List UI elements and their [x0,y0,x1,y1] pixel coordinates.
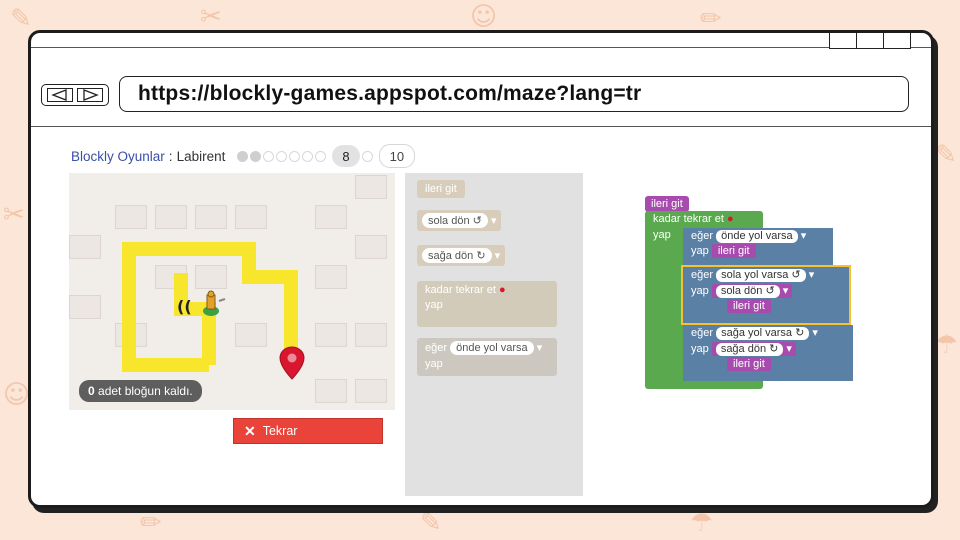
turn-left-dropdown[interactable]: sola dön ↺ [422,213,488,228]
chevron-down-icon: ▾ [808,269,815,281]
chevron-down-icon: ▾ [782,285,789,297]
window-title-bar [31,47,931,48]
level-dot-7[interactable] [315,150,327,162]
level-dot-2[interactable] [250,150,262,162]
level-dot-1[interactable] [237,150,249,162]
move-forward-block[interactable]: ileri git [727,357,771,371]
if-condition-dropdown[interactable]: önde yol varsa [450,341,534,355]
level-dot-5[interactable] [289,150,301,162]
block-label: eğer [691,230,714,242]
block-label: ileri git [651,198,683,210]
block-label: eğer [691,269,714,281]
close-icon: ✕ [244,422,256,439]
toolbox-turn-left-block[interactable]: sola dön ↺ ▾ [417,210,502,231]
level-progress: 8 10 [237,144,416,168]
pegman-player-icon [203,290,226,316]
workspace-if-ahead-block[interactable]: eğer önde yol varsa ▾ yap ileri git [683,228,833,266]
forward-arrow-icon[interactable] [77,88,103,102]
game-header: Blockly Oyunlar : Labirent 8 10 [71,144,416,168]
background-doodle-icon: ☺ [470,2,498,32]
if-condition-dropdown[interactable]: sağa yol varsa ↻ [716,327,810,340]
workspace-move-forward-block[interactable]: ileri git [645,196,689,212]
block-label: kadar tekrar et [653,213,724,225]
minimize-button[interactable] [829,33,857,49]
chevron-down-icon: ▾ [494,250,501,262]
if-condition-dropdown[interactable]: sola yol varsa ↺ [716,269,806,282]
toolbox-if-block[interactable]: eğer önde yol varsa ▾ yap [417,338,557,376]
app-title-link[interactable]: Blockly Oyunlar [71,149,165,164]
blocks-workspace: ileri git kadar tekrar et ● yap eğer önd… [583,173,931,496]
toolbox-block-label: yap [425,299,443,311]
background-doodle-icon: ✎ [10,4,32,34]
goal-marker-icon: ● [498,284,506,296]
toolbar-divider [31,126,931,127]
background-doodle-icon: ✎ [420,508,442,538]
level-dot-9[interactable] [361,150,373,162]
reset-label: Tekrar [262,424,298,438]
maze-path-layer [122,242,298,372]
if-condition-dropdown[interactable]: önde yol varsa [716,230,798,243]
chevron-down-icon: ▾ [812,327,818,339]
background-doodle-icon: ✂ [3,200,25,230]
browser-window: https://blockly-games.appspot.com/maze?l… [28,30,934,508]
close-window-button[interactable] [883,33,911,49]
max-level-badge[interactable]: 10 [378,144,416,168]
toolbox-move-forward-block[interactable]: ileri git [417,180,465,198]
turn-left-dropdown[interactable]: sola dön ↺ [715,285,780,298]
chevron-down-icon: ▾ [490,215,497,227]
navigation-buttons [41,84,109,106]
workspace-if-left-block[interactable]: eğer sola yol varsa ↺ ▾ yap sola dön ↺ ▾… [681,265,851,325]
reset-button[interactable]: ✕ Tekrar [233,418,383,444]
turn-right-dropdown[interactable]: sağa dön ↻ [715,343,784,356]
goal-marker-icon [279,346,305,380]
sound-waves-icon: (( [177,297,192,316]
blocks-left-indicator: 0 adet bloğun kaldı. [79,380,202,402]
block-label: yap [691,245,709,257]
turn-left-block[interactable]: sola dön ↺ ▾ [711,284,793,298]
block-label: eğer [691,327,714,339]
blocks-left-count: 0 [88,384,95,398]
toolbox-block-label: yap [425,358,443,370]
maximize-button[interactable] [856,33,884,49]
current-level-badge[interactable]: 8 [332,145,360,167]
background-doodle-icon: ☺ [3,380,31,410]
background-doodle-icon: ✏ [140,508,162,538]
window-controls [829,33,911,49]
block-label: yap [653,229,671,241]
blocks-toolbox: ileri git sola dön ↺ ▾ sağa dön ↻ ▾ kada… [405,173,583,496]
toolbox-block-label: kadar tekrar et [425,284,496,296]
workspace-if-right-block[interactable]: eğer sağa yol varsa ↻ ▾ yap sağa dön ↻ ▾… [683,325,853,381]
title-separator: : [168,148,173,164]
toolbox-block-label: ileri git [425,183,457,195]
level-dot-3[interactable] [263,150,275,162]
blocks-left-text: adet bloğun kaldı. [94,384,193,398]
background-doodle-icon: ✎ [935,140,957,170]
back-arrow-icon[interactable] [47,88,73,102]
turn-right-dropdown[interactable]: sağa dön ↻ [422,248,492,263]
toolbox-turn-right-block[interactable]: sağa dön ↻ ▾ [417,245,506,266]
move-forward-block[interactable]: ileri git [711,244,756,258]
toolbox-repeat-block[interactable]: kadar tekrar et ● yap [417,281,557,327]
background-doodle-icon: ☂ [935,330,959,360]
background-doodle-icon: ✂ [200,2,222,32]
chevron-down-icon: ▾ [536,342,543,354]
address-bar[interactable]: https://blockly-games.appspot.com/maze?l… [119,76,909,112]
turn-right-block[interactable]: sağa dön ↻ ▾ [711,342,796,356]
block-label: yap [691,285,709,297]
goal-marker-icon: ● [726,213,734,225]
maze-board: (( 0 adet bloğun kaldı. [69,173,395,410]
game-name: Labirent [176,148,226,164]
chevron-down-icon: ▾ [786,343,792,355]
chevron-down-icon: ▾ [800,230,807,242]
block-label: yap [691,343,709,355]
level-dot-4[interactable] [276,150,288,162]
background-doodle-icon: ☂ [690,508,714,538]
url-text: https://blockly-games.appspot.com/maze?l… [138,82,642,105]
level-dot-6[interactable] [302,150,314,162]
move-forward-block[interactable]: ileri git [727,299,771,313]
toolbox-block-label: eğer [425,342,448,354]
